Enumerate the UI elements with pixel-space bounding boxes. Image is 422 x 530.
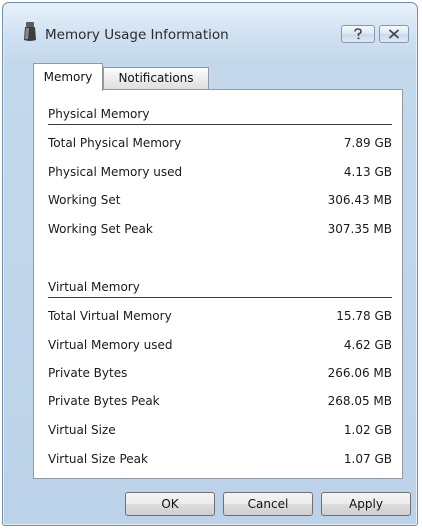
- row-value: 1.02 GB: [343, 423, 392, 437]
- info-row: Working Set 306.43 MB: [48, 193, 392, 213]
- row-label: Virtual Size: [48, 423, 116, 437]
- physical-memory-divider: [48, 124, 392, 125]
- physical-memory-heading: Physical Memory: [48, 107, 150, 121]
- dialog-body: Memory Notifications Physical Memory Tot…: [31, 63, 405, 485]
- row-label: Working Set: [48, 193, 121, 207]
- row-value: 307.35 MB: [327, 222, 392, 236]
- row-label: Virtual Size Peak: [48, 452, 148, 466]
- info-row: Virtual Memory used 4.62 GB: [48, 338, 392, 358]
- info-row: Working Set Peak 307.35 MB: [48, 222, 392, 242]
- row-value: 266.06 MB: [327, 366, 392, 380]
- row-label: Private Bytes Peak: [48, 394, 160, 408]
- app-icon: [23, 22, 37, 42]
- title-bar[interactable]: Memory Usage Information: [3, 3, 417, 43]
- row-label: Virtual Memory used: [48, 338, 173, 352]
- row-value: 268.05 MB: [327, 394, 392, 408]
- info-row: Physical Memory used 4.13 GB: [48, 165, 392, 185]
- tab-notifications[interactable]: Notifications: [103, 67, 209, 89]
- close-x-icon: [388, 29, 400, 39]
- info-row: Total Physical Memory 7.89 GB: [48, 136, 392, 156]
- row-value: 7.89 GB: [343, 136, 392, 150]
- memory-usage-dialog: Memory Usage Information Memory Notifica…: [2, 2, 418, 526]
- row-value: 306.43 MB: [327, 193, 392, 207]
- info-row: Total Virtual Memory 15.78 GB: [48, 309, 392, 329]
- help-question-icon: [354, 28, 362, 40]
- info-row: Private Bytes Peak 268.05 MB: [48, 394, 392, 414]
- tab-memory[interactable]: Memory: [33, 63, 103, 91]
- row-value: 4.13 GB: [343, 165, 392, 179]
- row-value: 15.78 GB: [336, 309, 392, 323]
- info-row: Virtual Size 1.02 GB: [48, 423, 392, 443]
- info-row: Private Bytes 266.06 MB: [48, 366, 392, 386]
- virtual-memory-heading: Virtual Memory: [48, 280, 140, 294]
- row-value: 4.62 GB: [343, 338, 392, 352]
- row-label: Physical Memory used: [48, 165, 183, 179]
- row-label: Total Virtual Memory: [48, 309, 172, 323]
- cancel-button[interactable]: Cancel: [223, 492, 313, 516]
- apply-button[interactable]: Apply: [321, 492, 411, 516]
- virtual-memory-divider: [48, 297, 392, 298]
- ok-button[interactable]: OK: [125, 492, 215, 516]
- info-row: Virtual Size Peak 1.07 GB: [48, 452, 392, 472]
- memory-tab-panel: Physical Memory Total Physical Memory 7.…: [33, 89, 403, 479]
- row-value: 1.07 GB: [343, 452, 392, 466]
- window-title: Memory Usage Information: [45, 27, 229, 43]
- help-button[interactable]: [341, 25, 375, 43]
- row-label: Working Set Peak: [48, 222, 153, 236]
- row-label: Total Physical Memory: [48, 136, 182, 150]
- close-button[interactable]: [379, 25, 409, 43]
- row-label: Private Bytes: [48, 366, 128, 380]
